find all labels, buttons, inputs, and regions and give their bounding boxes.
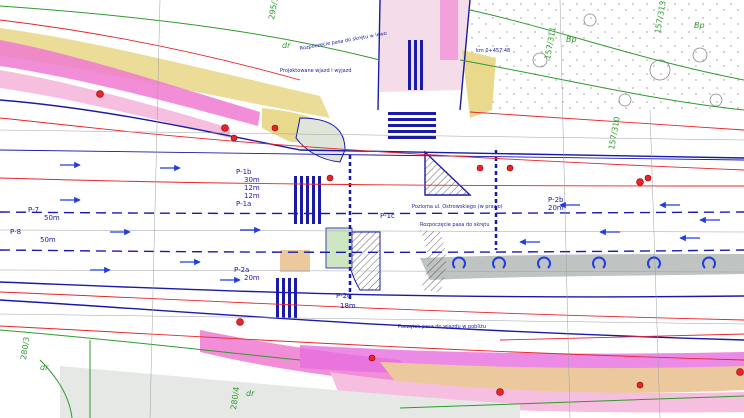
- vegetation-area: [470, 0, 744, 110]
- road-plan-drawing: P-1b P-1a P-2a P-2b P-2c P-1c P-8 P-7 30…: [0, 0, 744, 418]
- length-label-2: 12m: [244, 184, 260, 192]
- lane-label-p2a: P-2a: [234, 266, 249, 274]
- note-3: km 0+457.48: [476, 48, 510, 54]
- parcel-label-295-3: 295/3: [267, 0, 280, 20]
- note-5: Pozioma ul. Ostrowskiego (w prawo): [412, 204, 503, 210]
- island-tan-patch: [280, 250, 310, 272]
- note-2: Projektowane wjazd i wyjazd: [280, 68, 352, 74]
- note-1: Rozpoczęcie pasa do skrętu w lewo: [299, 31, 387, 52]
- length-label-6: 50m: [44, 214, 60, 222]
- mark-bp-1: Bp: [566, 35, 577, 44]
- note-4: Rozpoczęcie pasa do skrętu: [420, 222, 490, 228]
- lane-label-p1b: P-1b: [236, 168, 252, 176]
- mark-bp-2: Bp: [694, 21, 705, 30]
- mark-dr-3: dr: [246, 389, 255, 398]
- length-label-8: 18m: [340, 302, 356, 310]
- note-6: Początek pasa do wjazdu w pobliżu: [398, 324, 486, 330]
- lane-label-p1a: P-1a: [236, 200, 251, 208]
- north-road-magenta-strip: [440, 0, 458, 60]
- length-label-4: 20m: [548, 204, 564, 212]
- length-label-5: 50m: [40, 236, 56, 244]
- north-road-yellow: [462, 50, 496, 118]
- parcel-label-280-3: 280/3: [19, 336, 31, 360]
- length-label-7: 20m: [244, 274, 260, 282]
- lane-label-p2b: P-2b: [548, 196, 564, 204]
- mark-dr-2: dr: [40, 363, 49, 372]
- length-label-3: 12m: [244, 192, 260, 200]
- lane-label-p1c: P-1c: [380, 212, 395, 220]
- lane-label-p8: P-8: [10, 228, 21, 236]
- mark-dr-1: dr: [282, 41, 291, 50]
- lane-label-p7: P-7: [28, 206, 39, 214]
- island-green-patch: [325, 227, 353, 269]
- zebra-crossing-north: [388, 112, 436, 139]
- length-label-1: 30m: [244, 176, 260, 184]
- zebra-crossing-north-vertical: [408, 40, 423, 90]
- lane-label-p2c: P-2c: [336, 292, 351, 300]
